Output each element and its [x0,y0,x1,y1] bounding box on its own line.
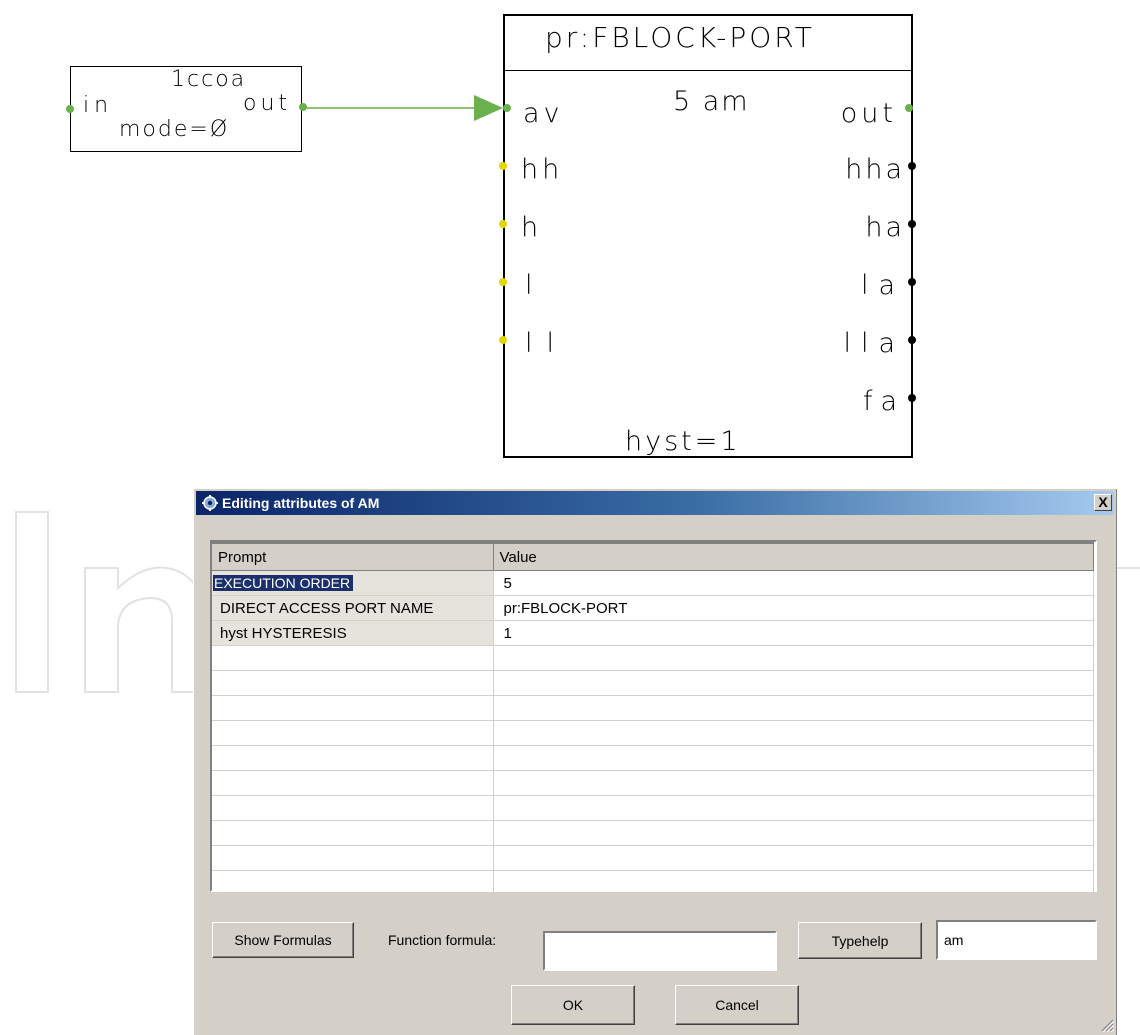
input-port-h[interactable] [499,220,507,228]
block-title: 1ccoa [171,67,247,92]
table-row[interactable]: hyst HYSTERESIS 1 [212,620,1094,646]
block-title: pr:FBLOCK-PORT [545,21,815,54]
block-divider [505,70,911,71]
column-header-prompt[interactable]: Prompt [212,542,494,571]
prompt-cell[interactable]: EXECUTION ORDER [212,570,494,596]
prompt-label-selected: EXECUTION ORDER [213,574,354,591]
port-label-in: in [83,93,114,118]
function-block-1ccoa[interactable]: 1ccoa in out mode=Ø [70,66,302,152]
attributes-table[interactable]: Prompt Value EXECUTION ORDER 5 DIRECT AC… [210,540,1097,896]
port-label-out: out [243,91,292,116]
output-port-ha[interactable] [908,220,916,228]
table-row-empty[interactable] [212,770,1094,796]
input-port-l[interactable] [499,278,507,286]
typehelp-button[interactable]: Typehelp [798,922,922,959]
value-cell[interactable]: 5 [493,570,1094,596]
block-param: mode=Ø [119,117,230,142]
ok-button[interactable]: OK [511,985,635,1025]
dialog-titlebar[interactable]: Editing attributes of AM X [196,491,1114,515]
output-port-out[interactable] [905,104,913,112]
column-header-value[interactable]: Value [493,542,1094,571]
table-row-empty[interactable] [212,745,1094,771]
table-row-empty[interactable] [212,695,1094,721]
input-port-hh[interactable] [499,162,507,170]
output-label: out [840,98,897,129]
function-formula-label: Function formula: [388,932,497,948]
table-row-empty[interactable] [212,820,1094,846]
value-cell[interactable]: pr:FBLOCK-PORT [493,595,1094,621]
table-header: Prompt Value [212,542,1094,571]
cancel-button[interactable]: Cancel [675,985,799,1025]
input-label: av [523,98,564,129]
prompt-cell[interactable]: DIRECT ACCESS PORT NAME [212,595,494,621]
output-label: la [860,270,905,301]
output-label: hha [845,154,905,185]
block-order: 5 am [673,86,750,117]
table-row[interactable]: DIRECT ACCESS PORT NAME pr:FBLOCK-PORT [212,595,1094,621]
input-label: ll [525,328,569,359]
prompt-cell[interactable]: hyst HYSTERESIS [212,620,494,646]
function-formula-input[interactable] [543,931,777,971]
block-param: hyst=1 [625,426,741,457]
input-label: hh [521,154,564,185]
table-row-empty[interactable] [212,795,1094,821]
output-label: lla [843,328,905,359]
output-port-fa[interactable] [908,394,916,402]
value-cell[interactable]: 1 [493,620,1094,646]
input-label: l [525,270,535,301]
input-label: h [521,212,541,243]
table-row-empty[interactable] [212,845,1094,871]
output-port-hha[interactable] [908,162,916,170]
input-port-ll[interactable] [499,336,507,344]
output-label: ha [865,212,905,243]
input-port-in[interactable] [66,105,74,113]
table-row-empty[interactable] [212,670,1094,696]
output-port-out[interactable] [299,103,307,111]
edit-attributes-dialog: Editing attributes of AM X Prompt Value … [193,488,1117,1035]
type-input[interactable] [936,920,1097,960]
output-port-la[interactable] [908,278,916,286]
function-block-am[interactable]: pr:FBLOCK-PORT 5 am av hh h l ll out hha… [503,14,913,458]
table-row-empty[interactable] [212,720,1094,746]
input-port-av[interactable] [503,104,511,112]
table-row[interactable]: EXECUTION ORDER 5 [212,570,1094,596]
show-formulas-button[interactable]: Show Formulas [212,922,354,958]
table-row-empty[interactable] [212,645,1094,671]
output-label: fa [862,386,905,417]
table-row-empty[interactable] [212,870,1094,896]
close-button[interactable]: X [1094,494,1112,511]
gear-icon [202,495,218,511]
output-port-lla[interactable] [908,336,916,344]
block-diagram: 1ccoa in out mode=Ø pr:FBLOCK-PORT 5 am … [0,0,1140,470]
resize-grip-icon[interactable] [1100,1018,1114,1032]
dialog-title: Editing attributes of AM [222,495,380,511]
